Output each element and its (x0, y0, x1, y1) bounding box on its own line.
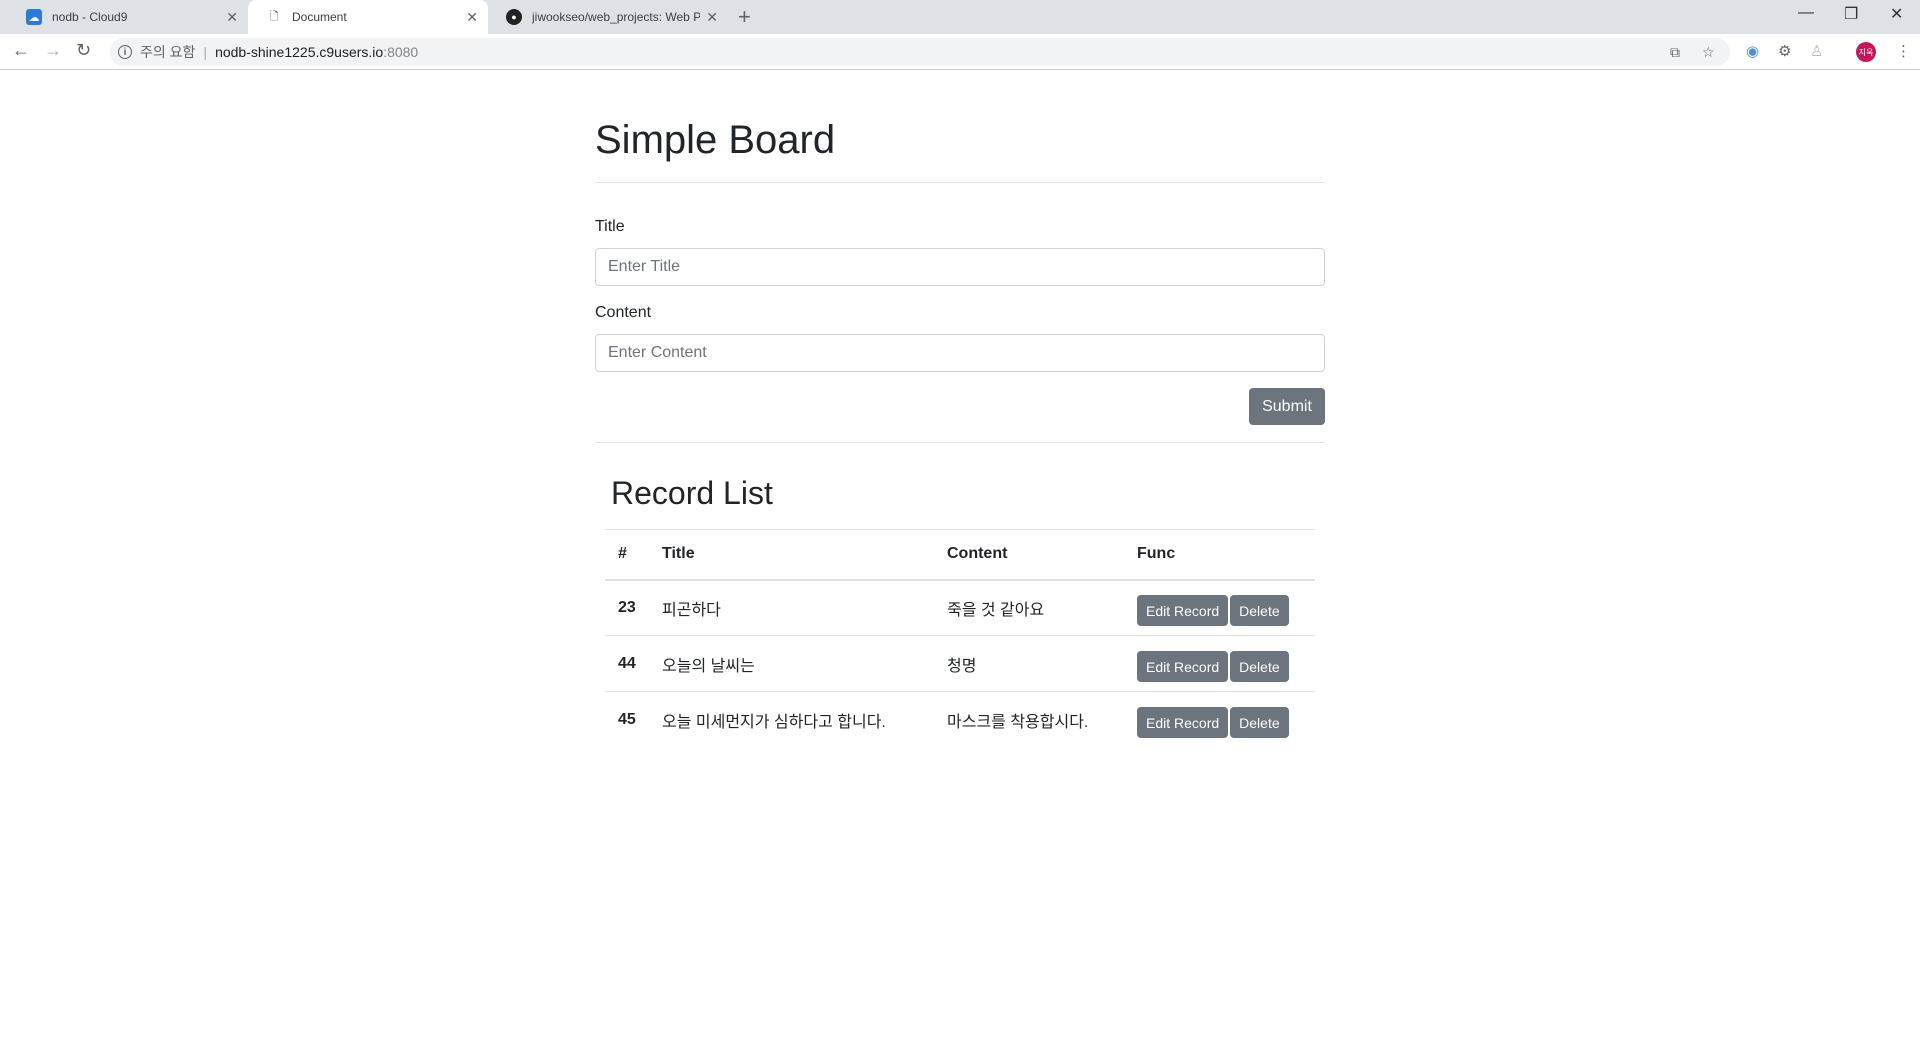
record-actions: Edit Record Delete (1124, 691, 1315, 748)
github-icon: ● (506, 9, 522, 25)
edit-record-button[interactable]: Edit Record (1137, 651, 1229, 682)
record-content: 마스크를 착용합시다. (934, 691, 1124, 748)
table-row: 45 오늘 미세먼지가 심하다고 합니다. 마스크를 착용합시다. Edit R… (605, 691, 1315, 748)
address-bar: ← → ↻ i 주의 요함 | nodb-shine1225.c9users.i… (0, 34, 1920, 70)
url-input[interactable]: i 주의 요함 | nodb-shine1225.c9users.io:8080… (110, 38, 1730, 66)
page-title: Simple Board (595, 118, 836, 162)
close-tab-icon[interactable]: ✕ (226, 9, 238, 26)
url-host: nodb-shine1225.c9users.io (215, 44, 384, 60)
edit-record-button[interactable]: Edit Record (1137, 707, 1229, 739)
title-label: Title (595, 218, 625, 235)
column-func: Func (1124, 529, 1315, 581)
close-tab-icon[interactable]: ✕ (706, 9, 718, 26)
profile-avatar[interactable]: 지욱 (1856, 42, 1876, 62)
sitemap-extension-icon[interactable]: ♙ (1810, 42, 1823, 60)
cloud9-icon: ☁ (26, 9, 42, 25)
record-id: 23 (605, 579, 649, 636)
record-list-heading: Record List (611, 475, 773, 511)
forward-icon[interactable]: → (44, 40, 62, 61)
submit-button[interactable]: Submit (1249, 388, 1325, 425)
tab-bar: ☁ nodb - Cloud9 ✕ 🗋 Document ✕ ● jiwooks… (0, 0, 1920, 34)
table-row: 23 피곤하다 죽을 것 같아요 Edit Record Delete (605, 579, 1315, 636)
record-title: 피곤하다 (649, 579, 934, 636)
column-title: Title (649, 529, 934, 581)
delete-button[interactable]: Delete (1230, 707, 1289, 739)
edit-record-button[interactable]: Edit Record (1137, 595, 1229, 627)
table-row: 44 오늘의 날씨는 청명 Edit Record Delete (605, 635, 1315, 692)
divider (595, 442, 1325, 443)
menu-icon[interactable]: ⋮ (1896, 42, 1911, 60)
translate-icon[interactable]: ⧉ (1670, 44, 1680, 61)
table-header: # Title Content Func (605, 529, 1315, 581)
minimize-icon[interactable]: — (1798, 4, 1814, 22)
new-tab-icon[interactable]: + (738, 4, 751, 30)
tab-github[interactable]: ● jiwookseo/web_projects: Web Pr ✕ (488, 0, 728, 34)
bookmark-star-icon[interactable]: ☆ (1702, 44, 1715, 61)
close-window-icon[interactable]: ✕ (1890, 4, 1903, 24)
record-content: 청명 (934, 635, 1124, 692)
url-port: :8080 (383, 44, 419, 60)
close-tab-icon[interactable]: ✕ (466, 9, 478, 26)
content-input[interactable] (595, 334, 1325, 372)
tab-cloud9[interactable]: ☁ nodb - Cloud9 ✕ (8, 0, 248, 34)
back-icon[interactable]: ← (12, 40, 30, 61)
info-icon[interactable]: i (118, 45, 132, 59)
record-title: 오늘 미세먼지가 심하다고 합니다. (649, 691, 934, 748)
reload-icon[interactable]: ↻ (76, 40, 91, 61)
delete-button[interactable]: Delete (1230, 595, 1289, 627)
restore-icon[interactable]: ❐ (1844, 4, 1858, 24)
document-icon: 🗋 (269, 10, 279, 23)
extension-icon[interactable]: ◉ (1746, 42, 1759, 60)
record-actions: Edit Record Delete (1124, 635, 1315, 692)
content-label: Content (595, 304, 652, 321)
record-table: # Title Content Func 23 피곤하다 죽을 것 같아요 Ed… (605, 529, 1315, 748)
column-id: # (605, 529, 649, 581)
gear-extension-icon[interactable]: ⚙ (1778, 42, 1791, 60)
record-id: 44 (605, 635, 649, 692)
column-content: Content (934, 529, 1124, 581)
record-content: 죽을 것 같아요 (934, 579, 1124, 636)
title-input[interactable] (595, 248, 1325, 286)
record-title: 오늘의 날씨는 (649, 635, 934, 692)
tab-document[interactable]: 🗋 Document ✕ (248, 0, 488, 34)
delete-button[interactable]: Delete (1230, 651, 1289, 682)
record-actions: Edit Record Delete (1124, 579, 1315, 636)
divider (595, 182, 1325, 183)
record-id: 45 (605, 691, 649, 748)
